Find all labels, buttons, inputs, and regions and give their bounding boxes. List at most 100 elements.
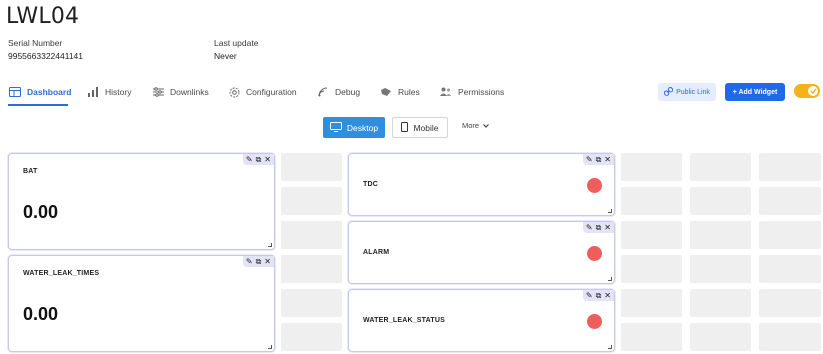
close-icon[interactable]: ✕ bbox=[264, 257, 271, 266]
widget-bat[interactable]: ✎ ⧉ ✕ BAT 0.00 bbox=[8, 153, 275, 250]
widget-title: WATER_LEAK_TIMES bbox=[23, 270, 100, 277]
grid-cell bbox=[281, 221, 342, 249]
resize-handle[interactable] bbox=[268, 243, 272, 247]
gear-icon bbox=[229, 87, 240, 98]
tab-configuration[interactable]: Configuration bbox=[229, 80, 297, 104]
resize-handle[interactable] bbox=[268, 345, 272, 349]
rules-icon bbox=[380, 87, 392, 97]
more-label: More bbox=[462, 121, 480, 130]
grid-cell bbox=[281, 187, 342, 215]
signal-icon bbox=[318, 87, 329, 97]
public-link-button[interactable]: Public Link bbox=[658, 83, 716, 101]
grid-cell bbox=[621, 323, 682, 351]
serial-number-value: 9955663322441141 bbox=[8, 51, 84, 61]
grid-cell bbox=[621, 289, 682, 317]
widget-actions: ✎ ⧉ ✕ bbox=[582, 222, 614, 233]
copy-icon[interactable]: ⧉ bbox=[596, 291, 602, 300]
check-icon bbox=[808, 86, 818, 96]
close-icon[interactable]: ✕ bbox=[604, 291, 611, 300]
grid-cell bbox=[690, 289, 751, 317]
widget-value: 0.00 bbox=[23, 202, 59, 222]
edit-icon[interactable]: ✎ bbox=[246, 155, 253, 164]
grid-cell bbox=[759, 187, 821, 215]
resize-handle[interactable] bbox=[608, 277, 612, 281]
tab-label: Dashboard bbox=[27, 87, 72, 97]
tab-rules[interactable]: Rules bbox=[380, 80, 420, 104]
copy-icon[interactable]: ⧉ bbox=[596, 223, 602, 232]
status-indicator bbox=[587, 246, 602, 261]
grid-cell bbox=[690, 323, 751, 351]
desktop-label: Desktop bbox=[346, 122, 379, 133]
grid-cell bbox=[621, 221, 682, 249]
grid-cell bbox=[759, 153, 821, 181]
edit-icon[interactable]: ✎ bbox=[586, 155, 593, 164]
dashboard-icon bbox=[9, 87, 21, 97]
grid-cell bbox=[759, 221, 821, 249]
widget-actions: ✎ ⧉ ✕ bbox=[582, 290, 614, 301]
resize-handle[interactable] bbox=[608, 209, 612, 213]
copy-icon[interactable]: ⧉ bbox=[256, 155, 262, 164]
close-icon[interactable]: ✕ bbox=[604, 155, 611, 164]
grid-cell bbox=[281, 289, 342, 317]
tab-label: Rules bbox=[398, 87, 420, 97]
mobile-view-button[interactable]: Mobile bbox=[392, 117, 448, 138]
serial-number-label: Serial Number bbox=[8, 38, 63, 48]
grid-cell bbox=[759, 289, 821, 317]
grid-cell bbox=[690, 153, 751, 181]
users-icon bbox=[440, 87, 452, 97]
tab-debug[interactable]: Debug bbox=[318, 80, 360, 104]
edit-icon[interactable]: ✎ bbox=[586, 223, 593, 232]
bar-chart-icon bbox=[88, 87, 99, 97]
grid-cell bbox=[690, 187, 751, 215]
widget-water-leak-status[interactable]: ✎ ⧉ ✕ WATER_LEAK_STATUS bbox=[348, 289, 615, 352]
downlinks-icon bbox=[153, 87, 164, 97]
chevron-down-icon bbox=[483, 121, 490, 130]
close-icon[interactable]: ✕ bbox=[604, 223, 611, 232]
widget-actions: ✎ ⧉ ✕ bbox=[242, 256, 274, 267]
tab-permissions[interactable]: Permissions bbox=[440, 80, 504, 104]
widget-alarm[interactable]: ✎ ⧉ ✕ ALARM bbox=[348, 221, 615, 284]
grid-cell bbox=[690, 255, 751, 283]
last-update-label: Last update bbox=[214, 38, 259, 48]
more-dropdown[interactable]: More bbox=[462, 121, 490, 130]
grid-cell bbox=[759, 255, 821, 283]
status-indicator bbox=[587, 314, 602, 329]
add-widget-label: + Add Widget bbox=[732, 88, 778, 96]
add-widget-button[interactable]: + Add Widget bbox=[725, 83, 785, 101]
widget-value: 0.00 bbox=[23, 304, 59, 324]
active-tab-indicator bbox=[8, 104, 68, 106]
widget-actions: ✎ ⧉ ✕ bbox=[242, 154, 274, 165]
copy-icon[interactable]: ⧉ bbox=[596, 155, 602, 164]
widget-tdc[interactable]: ✎ ⧉ ✕ TDC bbox=[348, 153, 615, 216]
widget-title: TDC bbox=[363, 181, 378, 188]
copy-icon[interactable]: ⧉ bbox=[256, 257, 262, 266]
edit-icon[interactable]: ✎ bbox=[586, 291, 593, 300]
widget-title: ALARM bbox=[363, 249, 390, 256]
close-icon[interactable]: ✕ bbox=[264, 155, 271, 164]
mobile-label: Mobile bbox=[413, 122, 439, 133]
tab-dashboard[interactable]: Dashboard bbox=[9, 80, 71, 104]
tab-downlinks[interactable]: Downlinks bbox=[153, 80, 209, 104]
grid-cell bbox=[690, 221, 751, 249]
tab-label: Downlinks bbox=[170, 87, 209, 97]
last-update-value: Never bbox=[214, 51, 237, 61]
widget-title: BAT bbox=[23, 168, 38, 175]
tab-label: Debug bbox=[335, 87, 361, 97]
device-title: LWL04 bbox=[6, 4, 80, 29]
desktop-view-button[interactable]: Desktop bbox=[323, 117, 385, 138]
grid-cell bbox=[621, 153, 682, 181]
tab-label: Permissions bbox=[458, 87, 505, 97]
grid-cell bbox=[621, 255, 682, 283]
edit-icon[interactable]: ✎ bbox=[246, 257, 253, 266]
tab-history[interactable]: History bbox=[88, 80, 131, 104]
widget-water-leak-times[interactable]: ✎ ⧉ ✕ WATER_LEAK_TIMES 0.00 bbox=[8, 255, 275, 352]
edit-mode-toggle[interactable] bbox=[794, 84, 820, 98]
phone-icon bbox=[401, 121, 409, 134]
link-icon bbox=[663, 86, 674, 98]
status-indicator bbox=[587, 178, 602, 193]
grid-cell bbox=[759, 323, 821, 351]
resize-handle[interactable] bbox=[608, 345, 612, 349]
monitor-icon bbox=[329, 121, 342, 134]
tab-label: Configuration bbox=[246, 87, 297, 97]
widget-actions: ✎ ⧉ ✕ bbox=[582, 154, 614, 165]
